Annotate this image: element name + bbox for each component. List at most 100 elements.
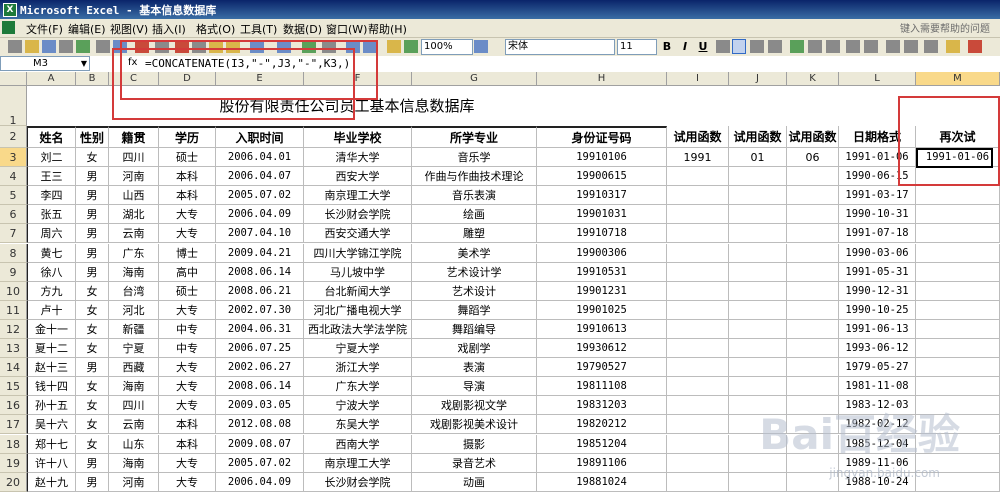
format-painter-icon[interactable] [226, 40, 240, 53]
table-cell[interactable]: 1991-05-31 [839, 262, 916, 282]
table-cell[interactable] [916, 339, 1000, 359]
table-cell[interactable]: 西南大学 [304, 434, 412, 454]
table-cell[interactable]: 清华大学 [304, 148, 412, 168]
row-header[interactable]: 16 [0, 396, 27, 416]
table-cell[interactable]: 卢十 [27, 300, 76, 320]
table-cell[interactable] [787, 339, 839, 359]
table-cell[interactable]: 舞蹈编导 [412, 319, 537, 339]
cut-icon[interactable] [175, 40, 189, 53]
table-cell[interactable]: 女 [76, 396, 109, 416]
header-cell[interactable]: 入职时间 [216, 126, 304, 148]
row-header[interactable]: 11 [0, 300, 27, 320]
underline-button[interactable]: U [696, 39, 710, 54]
table-cell[interactable]: 2008.06.14 [216, 262, 304, 282]
table-cell[interactable] [667, 339, 729, 359]
table-cell[interactable]: 2009.08.07 [216, 434, 304, 454]
formula-input[interactable]: =CONCATENATE(I3,"-",J3,"-",K3,) [145, 56, 350, 71]
new-icon[interactable] [8, 40, 22, 53]
column-header-l[interactable]: L [839, 72, 916, 86]
table-cell[interactable]: 河南 [109, 472, 159, 492]
table-cell[interactable]: 1993-06-12 [839, 339, 916, 359]
align-left-icon[interactable] [716, 40, 730, 53]
table-cell[interactable]: 广东 [109, 243, 159, 263]
select-all-corner[interactable] [0, 72, 27, 86]
table-cell[interactable] [729, 358, 787, 378]
table-cell[interactable]: 大专 [159, 224, 216, 244]
header-cell[interactable]: 性别 [76, 126, 109, 148]
table-cell[interactable]: 19881024 [537, 472, 667, 492]
menu-view[interactable]: 视图(V) [110, 21, 148, 37]
row-header-2[interactable]: 2 [0, 126, 27, 148]
table-cell[interactable]: 1990-10-31 [839, 205, 916, 225]
table-cell[interactable]: 雕塑 [412, 224, 537, 244]
increase-indent-icon[interactable] [904, 40, 918, 53]
function-icon[interactable]: fx [128, 57, 137, 68]
table-cell[interactable]: 音乐学 [412, 148, 537, 168]
table-cell[interactable]: 录音艺术 [412, 453, 537, 473]
table-cell[interactable]: 艺术设计学 [412, 262, 537, 282]
table-cell[interactable]: 男 [76, 167, 109, 187]
row-header[interactable]: 15 [0, 377, 27, 397]
row-header-1[interactable]: 1 [0, 86, 27, 127]
table-cell[interactable] [729, 339, 787, 359]
table-cell[interactable]: 男 [76, 472, 109, 492]
table-cell[interactable]: 表演 [412, 358, 537, 378]
table-cell[interactable] [916, 224, 1000, 244]
header-cell[interactable]: 所学专业 [412, 126, 537, 148]
table-cell[interactable]: 硕士 [159, 281, 216, 301]
sort-desc-icon[interactable] [363, 40, 377, 53]
table-cell[interactable] [729, 472, 787, 492]
table-cell[interactable]: 1991-01-06 [916, 148, 1000, 168]
row-header[interactable]: 17 [0, 415, 27, 435]
zoom-select[interactable]: 100% [421, 39, 473, 55]
column-header-k[interactable]: K [787, 72, 839, 86]
table-cell[interactable] [787, 186, 839, 206]
increase-decimal-icon[interactable] [846, 40, 860, 53]
table-cell[interactable]: 河南 [109, 167, 159, 187]
table-cell[interactable] [787, 167, 839, 187]
table-cell[interactable]: 男 [76, 205, 109, 225]
table-cell[interactable] [667, 358, 729, 378]
table-cell[interactable] [667, 262, 729, 282]
table-cell[interactable]: 男 [76, 243, 109, 263]
table-cell[interactable]: 导演 [412, 377, 537, 397]
table-cell[interactable]: 19811108 [537, 377, 667, 397]
table-cell[interactable]: 01 [729, 148, 787, 168]
table-cell[interactable]: 男 [76, 358, 109, 378]
table-cell[interactable]: 2002.07.30 [216, 300, 304, 320]
table-cell[interactable] [667, 243, 729, 263]
table-cell[interactable]: 1990-06-15 [839, 167, 916, 187]
table-cell[interactable]: 1990-12-31 [839, 281, 916, 301]
row-header[interactable]: 4 [0, 167, 27, 187]
menu-edit[interactable]: 编辑(E) [68, 21, 106, 37]
hyperlink-icon[interactable] [302, 40, 316, 53]
permission-icon[interactable] [59, 40, 73, 53]
table-cell[interactable] [916, 262, 1000, 282]
row-header[interactable]: 5 [0, 186, 27, 206]
table-cell[interactable]: 云南 [109, 415, 159, 435]
column-header-m[interactable]: M [916, 72, 1000, 86]
chart-wizard-icon[interactable] [387, 40, 401, 53]
menu-data[interactable]: 数据(D) [283, 21, 322, 37]
table-cell[interactable]: 2005.07.02 [216, 453, 304, 473]
table-cell[interactable]: 艺术设计 [412, 281, 537, 301]
table-cell[interactable]: 湖北 [109, 205, 159, 225]
table-cell[interactable] [729, 224, 787, 244]
table-cell[interactable]: 西安大学 [304, 167, 412, 187]
table-cell[interactable]: 男 [76, 186, 109, 206]
table-cell[interactable] [916, 281, 1000, 301]
table-cell[interactable] [729, 186, 787, 206]
table-cell[interactable]: 19910718 [537, 224, 667, 244]
table-cell[interactable] [667, 453, 729, 473]
redo-icon[interactable] [277, 40, 291, 53]
table-cell[interactable]: 1990-10-25 [839, 300, 916, 320]
column-header-b[interactable]: B [76, 72, 109, 86]
table-cell[interactable]: 19930612 [537, 339, 667, 359]
spelling-icon[interactable] [135, 40, 149, 53]
table-cell[interactable] [916, 243, 1000, 263]
column-header-d[interactable]: D [159, 72, 216, 86]
row-header[interactable]: 12 [0, 319, 27, 339]
table-cell[interactable] [667, 377, 729, 397]
table-cell[interactable]: 女 [76, 319, 109, 339]
table-cell[interactable] [787, 319, 839, 339]
